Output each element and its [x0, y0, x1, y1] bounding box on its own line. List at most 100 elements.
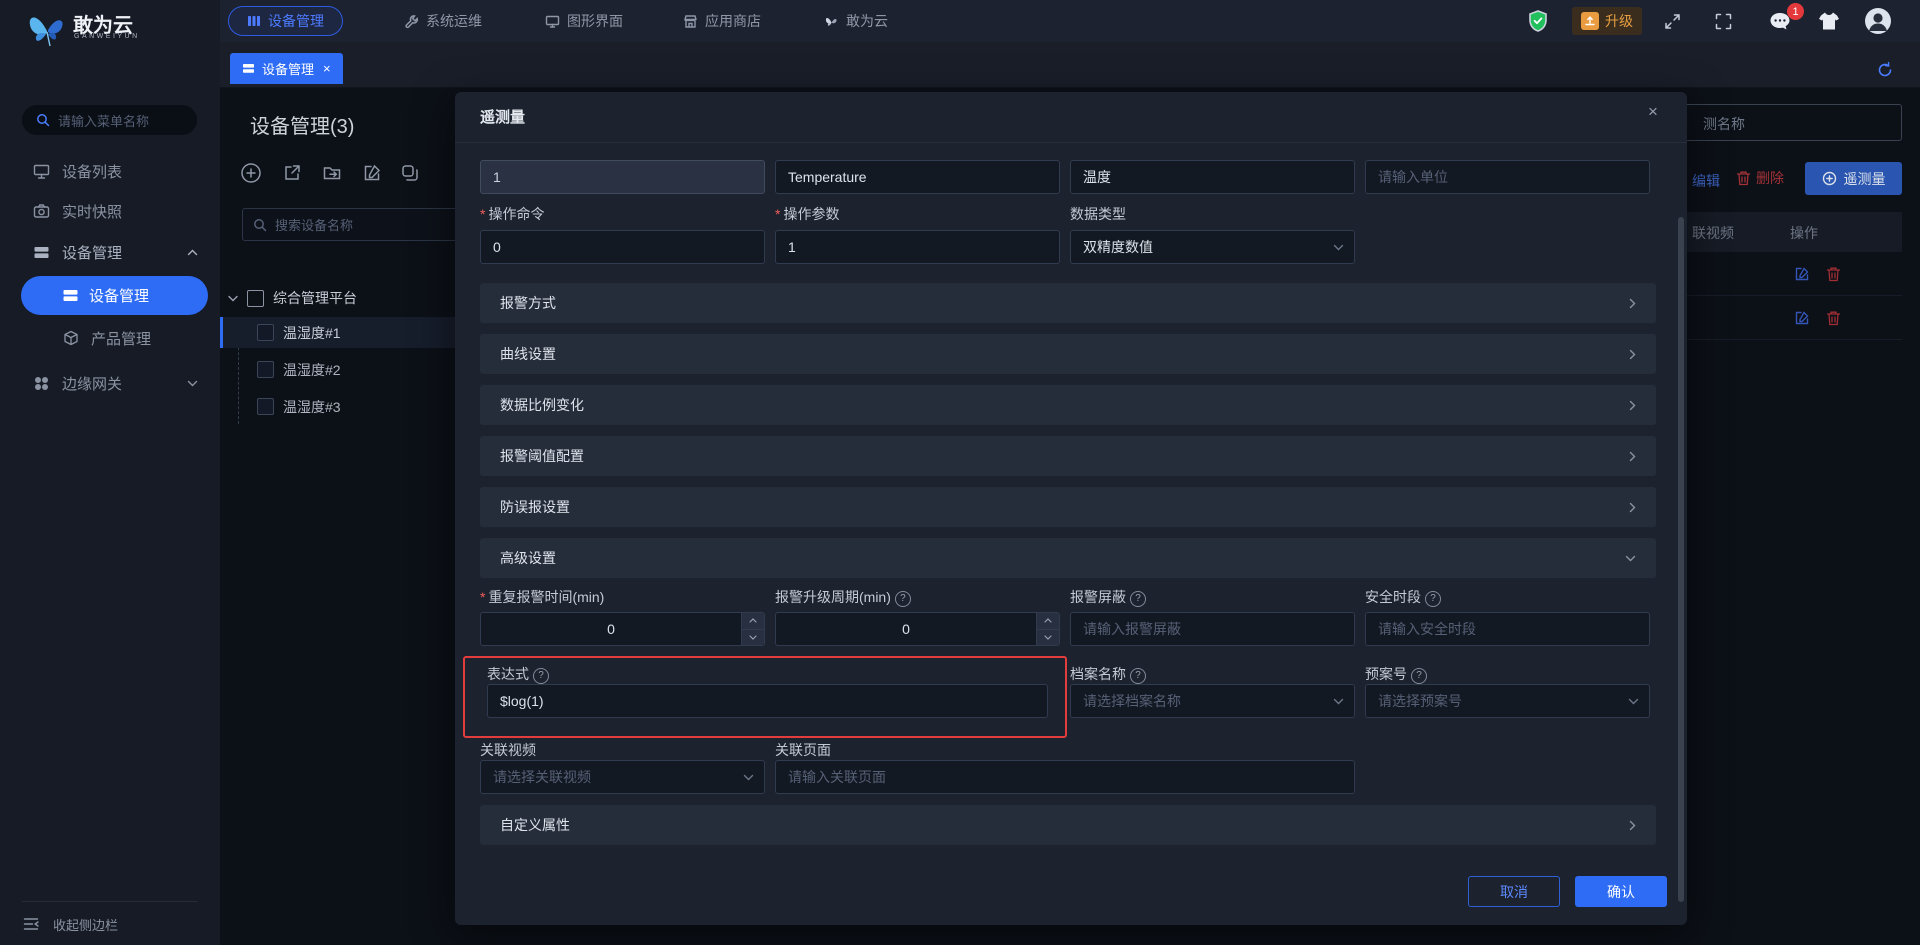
- section-advanced-settings[interactable]: 高级设置: [480, 538, 1656, 578]
- link-copy-icon[interactable]: [400, 163, 420, 183]
- nav-item-system-ops[interactable]: 系统运维: [404, 0, 482, 42]
- linked-video-select[interactable]: 请选择关联视频: [480, 760, 765, 794]
- sidebar-subitem-product-management[interactable]: 产品管理: [63, 324, 203, 352]
- row-edit-icon[interactable]: [1794, 310, 1810, 326]
- linked-page-field[interactable]: 请输入关联页面: [775, 760, 1355, 794]
- nav-item-device-management[interactable]: 设备管理: [228, 6, 343, 36]
- step-up-icon[interactable]: [1037, 613, 1059, 630]
- frame-capture-icon[interactable]: [1714, 12, 1733, 31]
- help-icon[interactable]: [1130, 591, 1146, 607]
- message-count-badge: 1: [1787, 3, 1804, 20]
- tab-device-management[interactable]: 设备管理 ×: [230, 53, 343, 84]
- tab-close-icon[interactable]: ×: [323, 61, 331, 76]
- edit-button[interactable]: 编辑: [1692, 171, 1720, 191]
- checkbox[interactable]: [257, 398, 274, 415]
- checkbox[interactable]: [247, 289, 264, 307]
- step-down-icon[interactable]: [1037, 629, 1059, 645]
- app-window: 敢为云 GANWEIYUN 设备管理 系统运维 图形界面 应用商店 敢为云 升级…: [0, 0, 1920, 945]
- tree-item-sensor3[interactable]: 温湿度#3: [257, 391, 341, 422]
- user-avatar[interactable]: [1864, 7, 1892, 35]
- add-device-icon[interactable]: [239, 161, 263, 185]
- step-up-icon[interactable]: [742, 613, 764, 630]
- dtype-select[interactable]: 双精度数值: [1070, 230, 1355, 264]
- tree-root-row[interactable]: 综合管理平台: [228, 284, 357, 312]
- chevron-down-icon[interactable]: [228, 295, 238, 302]
- server-icon: [33, 244, 50, 261]
- help-icon[interactable]: [1425, 591, 1441, 607]
- collapse-sidebar-button[interactable]: 收起侧边栏: [23, 912, 198, 936]
- modal-title: 遥测量: [480, 109, 526, 126]
- param-field[interactable]: 1: [775, 230, 1060, 264]
- modal-close-icon[interactable]: ×: [1648, 102, 1658, 122]
- cmd-field[interactable]: 0: [480, 230, 765, 264]
- nav-label: 系统运维: [426, 13, 482, 29]
- delete-button[interactable]: 删除: [1736, 168, 1784, 188]
- alarm-shield-field[interactable]: 请输入报警屏蔽: [1070, 612, 1355, 646]
- row-edit-icon[interactable]: [1794, 266, 1810, 282]
- section-alarm-method[interactable]: 报警方式: [480, 283, 1656, 323]
- section-curve-settings[interactable]: 曲线设置: [480, 334, 1656, 374]
- tree-item-label[interactable]: 温湿度#2: [283, 360, 341, 380]
- identifier-field[interactable]: Temperature: [775, 160, 1060, 194]
- help-icon[interactable]: [1130, 668, 1146, 684]
- sidebar-item-edge-gateway[interactable]: 边缘网关: [33, 369, 198, 397]
- safe-period-field[interactable]: 请输入安全时段: [1365, 612, 1650, 646]
- list-icon: [242, 62, 255, 75]
- edit-square-icon[interactable]: [362, 163, 382, 183]
- section-label: 高级设置: [500, 550, 556, 566]
- plan-number-select[interactable]: 请选择预案号: [1365, 684, 1650, 718]
- upgrade-cycle-stepper[interactable]: 0: [775, 612, 1060, 646]
- refresh-icon[interactable]: [1876, 61, 1894, 79]
- delete-label: 删除: [1756, 170, 1784, 186]
- tree-item-sensor2[interactable]: 温湿度#2: [257, 354, 341, 385]
- brand-subtitle: GANWEIYUN: [74, 33, 140, 40]
- select-placeholder: 请选择关联视频: [493, 769, 591, 785]
- section-alarm-threshold[interactable]: 报警阈值配置: [480, 436, 1656, 476]
- sidebar-item-device-list[interactable]: 设备列表: [33, 157, 198, 185]
- repeat-alarm-stepper[interactable]: 0: [480, 612, 765, 646]
- archive-name-select[interactable]: 请选择档案名称: [1070, 684, 1355, 718]
- section-data-ratio[interactable]: 数据比例变化: [480, 385, 1656, 425]
- folder-move-icon[interactable]: [322, 163, 342, 183]
- nav-item-graphic-ui[interactable]: 图形界面: [545, 0, 623, 42]
- help-icon[interactable]: [894, 591, 911, 607]
- modal-scrollbar[interactable]: [1678, 217, 1684, 902]
- row-delete-icon[interactable]: [1826, 310, 1841, 326]
- collapse-label: 收起侧边栏: [53, 917, 119, 933]
- number-stepper[interactable]: [741, 613, 764, 645]
- add-telemetry-button[interactable]: 遥测量: [1805, 162, 1902, 195]
- row-delete-icon[interactable]: [1826, 266, 1841, 282]
- device-search-input[interactable]: 搜索设备名称: [242, 208, 480, 241]
- sidebar-item-snapshot[interactable]: 实时快照: [33, 197, 198, 225]
- security-shield-icon[interactable]: [1526, 9, 1550, 33]
- help-icon[interactable]: [1411, 668, 1427, 684]
- fullscreen-icon[interactable]: [1663, 12, 1682, 31]
- unit-field[interactable]: 请输入单位: [1365, 160, 1650, 194]
- section-label: 报警方式: [500, 295, 556, 311]
- checkbox[interactable]: [257, 361, 274, 378]
- tree-item-label[interactable]: 温湿度#3: [283, 397, 341, 417]
- upgrade-button[interactable]: 升级: [1572, 7, 1642, 35]
- expression-field[interactable]: $log(1): [487, 684, 1048, 718]
- tree-item-label[interactable]: 温湿度#1: [283, 323, 341, 343]
- number-stepper[interactable]: [1036, 613, 1059, 645]
- sidebar-subitem-device-management-active[interactable]: 设备管理: [21, 276, 208, 315]
- cancel-button[interactable]: 取消: [1468, 876, 1560, 907]
- tree-root-label[interactable]: 综合管理平台: [273, 288, 357, 308]
- sidebar-search-input[interactable]: 请输入菜单名称: [22, 105, 197, 135]
- nav-item-app-store[interactable]: 应用商店: [683, 0, 761, 42]
- theme-shirt-icon[interactable]: [1818, 11, 1840, 31]
- nav-item-ganweiyun[interactable]: 敢为云: [824, 0, 888, 42]
- checkbox[interactable]: [257, 324, 274, 341]
- section-false-alarm[interactable]: 防误报设置: [480, 487, 1656, 527]
- step-down-icon[interactable]: [742, 629, 764, 645]
- help-icon[interactable]: [533, 668, 549, 684]
- section-custom-properties[interactable]: 自定义属性: [480, 805, 1656, 845]
- screen-icon: [545, 14, 560, 29]
- sidebar-item-label: 边缘网关: [62, 375, 123, 393]
- name-field[interactable]: 温度: [1070, 160, 1355, 194]
- confirm-button[interactable]: 确认: [1575, 876, 1667, 907]
- tree-item-sensor1[interactable]: 温湿度#1: [257, 317, 341, 348]
- export-icon[interactable]: [282, 163, 302, 183]
- sidebar-item-device-management[interactable]: 设备管理: [33, 238, 198, 266]
